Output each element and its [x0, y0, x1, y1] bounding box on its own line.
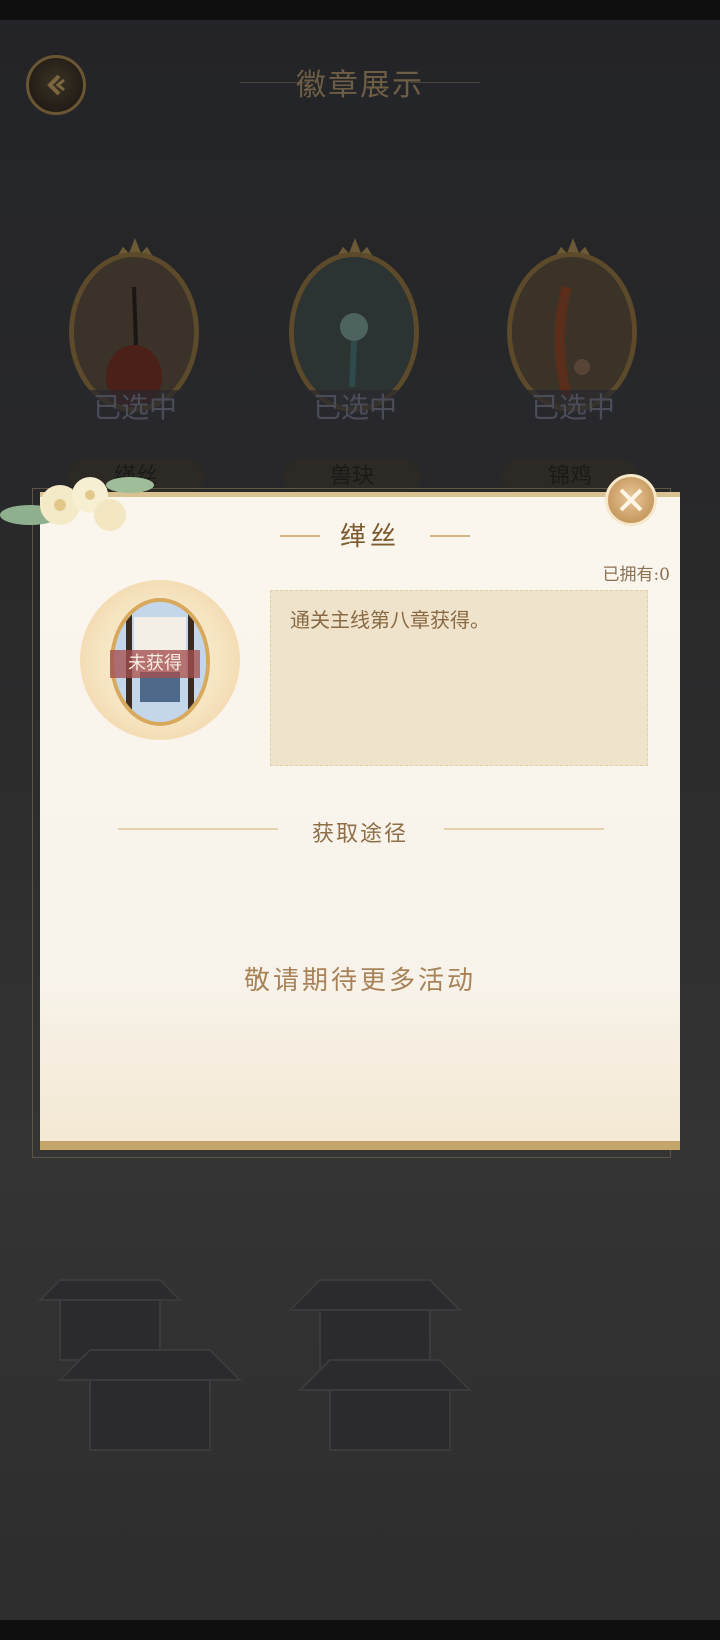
- navigation-bar: [0, 1620, 720, 1640]
- flower-decoration: [0, 477, 154, 531]
- badge-card-shoujue[interactable]: 已选中: [285, 238, 425, 426]
- dialog-title: 缂丝: [339, 522, 400, 552]
- section-line-left: [118, 828, 278, 830]
- selected-label: 已选中: [73, 390, 197, 426]
- badge-card-jinji[interactable]: 已选中: [503, 238, 643, 426]
- badge-card-kesi[interactable]: 已选中: [65, 238, 205, 426]
- owned-count: 已拥有:0: [602, 565, 670, 585]
- section-title: 获取途径: [311, 822, 408, 847]
- coming-soon-text: 敬请期待更多活动: [243, 966, 476, 996]
- pipa-image: [74, 257, 194, 407]
- jade-pendant-image: [294, 257, 414, 407]
- back-arrow-icon: [47, 74, 65, 96]
- close-icon: [619, 488, 643, 512]
- golden-pheasant-image: [512, 257, 632, 407]
- section-line-right: [444, 828, 604, 830]
- description-text: 通关主线第八章获得。: [290, 608, 490, 632]
- pavilion-silhouette: [37, 1279, 473, 1451]
- badge-frame: [69, 252, 199, 412]
- status-badge: 未获得: [110, 650, 200, 678]
- page-title: 徽章展示: [296, 68, 424, 103]
- back-button[interactable]: [26, 55, 86, 115]
- status-bar: [0, 0, 720, 20]
- title-ornament-right: [430, 535, 470, 537]
- selected-label: 已选中: [511, 390, 635, 426]
- close-button[interactable]: [605, 474, 657, 526]
- title-ornament-right: [410, 82, 480, 83]
- badge-frame: [507, 252, 637, 412]
- selected-label: 已选中: [293, 390, 417, 426]
- badge-frame: [289, 252, 419, 412]
